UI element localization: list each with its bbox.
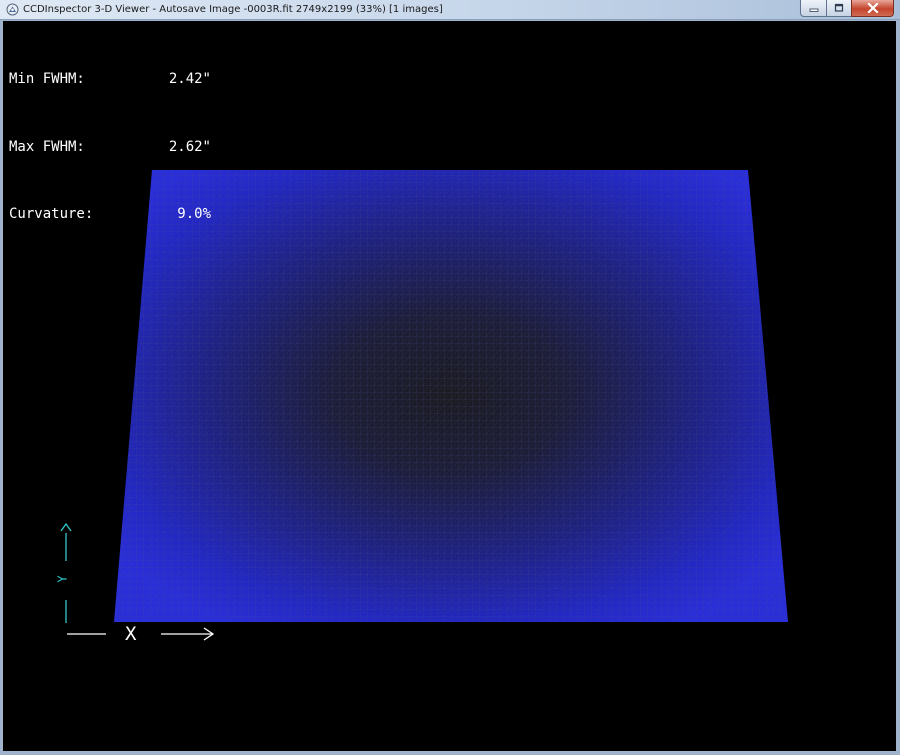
min-fwhm-value: 2.42"	[168, 71, 211, 87]
close-icon	[866, 3, 879, 13]
3d-viewport[interactable]: Min FWHM: 2.42" Max FWHM: 2.62" Curvature:…	[3, 21, 896, 751]
surface-grid-overlay	[114, 170, 788, 622]
maximize-icon	[834, 3, 844, 12]
window-bottom-border	[0, 751, 900, 755]
max-fwhm-label: Max FWHM:	[9, 138, 85, 155]
minimize-button[interactable]	[800, 0, 826, 17]
maximize-button[interactable]	[826, 0, 851, 17]
x-axis-label: X	[125, 623, 137, 645]
min-fwhm-label: Min FWHM:	[9, 71, 85, 87]
x-axis-arrow	[67, 627, 215, 641]
min-fwhm-row: Min FWHM: 2.42"	[9, 68, 211, 91]
app-icon[interactable]	[6, 3, 19, 16]
fwhm-stats-panel: Min FWHM: 2.42" Max FWHM: 2.62" Curvature:…	[9, 23, 211, 271]
app-window: CCDInspector 3-D Viewer - Autosave Image…	[0, 0, 900, 755]
curvature-value: 9.0%	[177, 206, 211, 222]
y-axis-label: Y	[55, 575, 70, 583]
y-axis-arrow	[60, 522, 72, 623]
max-fwhm-value: 2.62"	[168, 138, 211, 155]
close-button[interactable]	[851, 0, 894, 17]
curvature-row: Curvature: 9.0%	[9, 203, 211, 226]
minimize-icon	[809, 8, 818, 12]
window-controls	[800, 0, 894, 17]
title-bar[interactable]: CCDInspector 3-D Viewer - Autosave Image…	[0, 0, 900, 20]
curvature-label: Curvature:	[9, 206, 94, 222]
max-fwhm-row: Max FWHM: 2.62"	[9, 136, 211, 159]
window-title: CCDInspector 3-D Viewer - Autosave Image…	[23, 4, 443, 15]
